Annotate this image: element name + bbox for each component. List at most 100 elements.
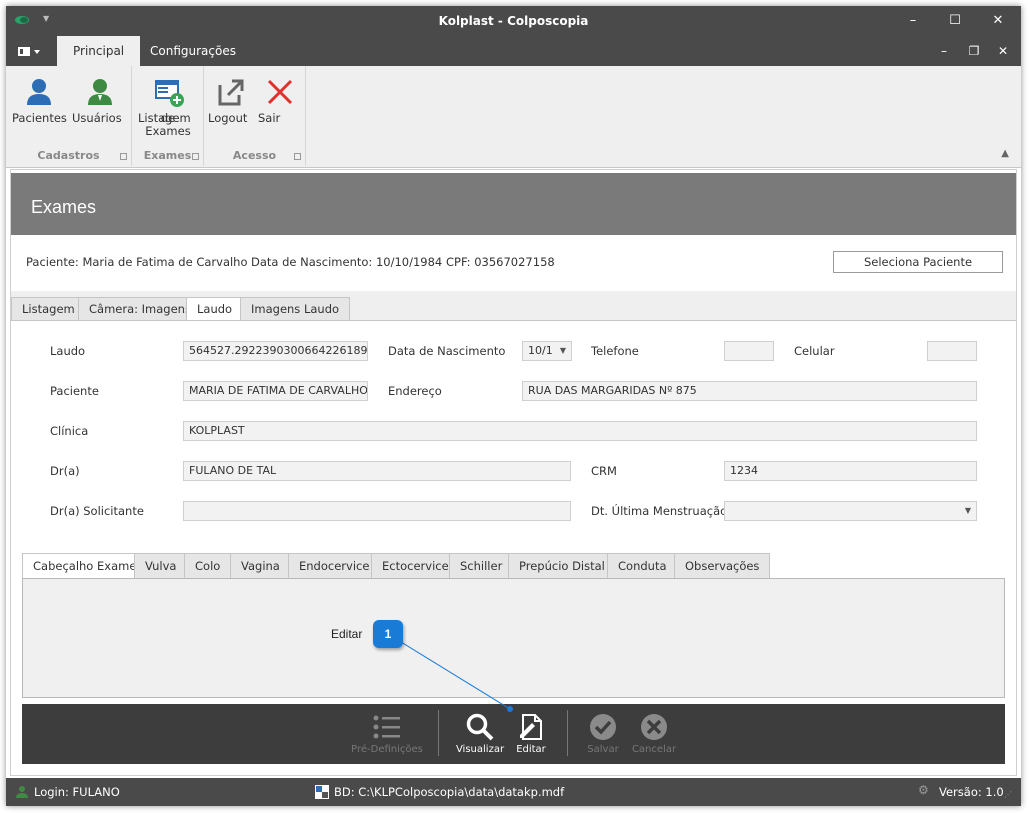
- nascimento-dropdown[interactable]: 10/1 ▼: [522, 341, 572, 361]
- tab-vagina[interactable]: Vagina: [230, 553, 291, 579]
- app-window: ▼ Kolplast - Colposcopia – ☐ ✕ Principal…: [6, 6, 1021, 806]
- dum-label: Dt. Última Menstruação: [591, 504, 728, 518]
- minimize-button[interactable]: –: [899, 11, 927, 31]
- group-cadastros: Pacientes Usuários Cadastros: [6, 66, 132, 166]
- tab-conduta[interactable]: Conduta: [607, 553, 678, 579]
- callout-badge: 1: [373, 620, 403, 648]
- patient-birthdate: Data de Nascimento: 10/10/1984: [251, 255, 443, 269]
- cancel-icon: [641, 714, 667, 740]
- mdi-minimize-button[interactable]: –: [933, 42, 955, 60]
- laudo-label: Laudo: [50, 344, 86, 358]
- logout-icon: [218, 79, 244, 106]
- gear-icon: ⚙: [918, 783, 929, 797]
- user-icon: [88, 79, 112, 105]
- main-tabs: Listagem Câmera: Imagens Laudo Imagens L…: [11, 291, 1016, 322]
- listagem-exames-button[interactable]: Listagem de Exames: [138, 72, 198, 138]
- dum-dropdown[interactable]: ▼: [724, 501, 977, 521]
- salvar-button[interactable]: Salvar: [582, 710, 624, 755]
- ribbon-panel: Pacientes Usuários Cadastros Listagem de…: [6, 66, 1021, 168]
- telefone-field[interactable]: [724, 341, 774, 361]
- mdi-close-button[interactable]: ✕: [992, 42, 1014, 60]
- tab-cabecalho-exame[interactable]: Cabeçalho Exame: [22, 553, 148, 579]
- pre-definicoes-label: Pré-Definições: [351, 744, 423, 755]
- group-expand-icon[interactable]: [192, 153, 199, 160]
- group-expand-icon[interactable]: [120, 153, 127, 160]
- tab-endocervice[interactable]: Endocervice: [288, 553, 381, 579]
- maximize-button[interactable]: ☐: [941, 11, 969, 31]
- pacientes-button[interactable]: Pacientes: [12, 72, 67, 125]
- usuarios-label: Usuários: [72, 111, 122, 125]
- check-icon: [590, 714, 616, 740]
- group-acesso: Logout Sair Acesso: [204, 66, 306, 166]
- cabecalho-exame-pane: [22, 578, 1005, 698]
- edit-icon: [520, 714, 542, 740]
- ribbon-tabs: Principal Configurações – ❐ ✕: [6, 36, 1021, 66]
- group-caption-acesso: Acesso: [232, 149, 277, 162]
- clinica-field[interactable]: KOLPLAST: [183, 421, 977, 441]
- laudo-field[interactable]: 564527.292239030066422618956: [183, 341, 368, 361]
- salvar-label: Salvar: [587, 744, 619, 755]
- version-status: Versão: 1.0: [939, 785, 1004, 799]
- status-bar: Login: FULANO BD: C:\KLPColposcopia\data…: [6, 778, 1021, 806]
- solicitante-field[interactable]: [183, 501, 571, 521]
- listagem-label-2: de Exames: [145, 111, 191, 138]
- cancelar-button[interactable]: Cancelar: [630, 710, 678, 755]
- app-menu-button[interactable]: [14, 42, 44, 62]
- window-title: Kolplast - Colposcopia: [438, 14, 589, 28]
- dr-field[interactable]: FULANO DE TAL: [183, 461, 571, 481]
- tab-camera-imagens[interactable]: Câmera: Imagens: [78, 297, 202, 321]
- sair-label: Sair: [258, 111, 281, 125]
- seleciona-paciente-button[interactable]: Seleciona Paciente: [833, 251, 1003, 273]
- cancelar-label: Cancelar: [631, 744, 677, 755]
- pacientes-label: Pacientes: [12, 111, 67, 125]
- nascimento-label: Data de Nascimento: [388, 344, 506, 358]
- laudo-pane: Laudo 564527.292239030066422618956 Data …: [11, 320, 1016, 775]
- mdi-restore-button[interactable]: ❐: [963, 42, 985, 60]
- group-caption-cadastros: Cadastros: [37, 149, 100, 162]
- group-expand-icon[interactable]: [294, 153, 301, 160]
- tab-ectocervice[interactable]: Ectocervice: [371, 553, 460, 579]
- nascimento-value: 10/1: [528, 344, 553, 357]
- toolbar-separator: [438, 710, 439, 756]
- endereco-field[interactable]: RUA DAS MARGARIDAS Nº 875: [522, 381, 977, 401]
- tab-configuracoes[interactable]: Configurações: [134, 36, 252, 66]
- paciente-field[interactable]: MARIA DE FATIMA DE CARVALHO: [183, 381, 368, 401]
- chevron-down-icon: ▼: [964, 506, 971, 515]
- dr-label: Dr(a): [50, 464, 80, 478]
- tab-imagens-laudo[interactable]: Imagens Laudo: [240, 297, 351, 321]
- usuarios-button[interactable]: Usuários: [72, 72, 128, 125]
- login-status: Login: FULANO: [34, 785, 120, 799]
- search-icon: [466, 713, 494, 741]
- page-header: Exames: [11, 173, 1016, 235]
- toolbar-separator: [567, 710, 568, 756]
- crm-field[interactable]: 1234: [724, 461, 977, 481]
- tab-laudo[interactable]: Laudo: [186, 297, 244, 322]
- exames-form: Exames Paciente: Maria de Fatima de Carv…: [10, 169, 1017, 776]
- close-button[interactable]: ✕: [984, 11, 1012, 31]
- patient-name: Paciente: Maria de Fatima de Carvalho: [26, 255, 248, 269]
- solicitante-label: Dr(a) Solicitante: [50, 504, 144, 518]
- tab-observacoes[interactable]: Observações: [674, 553, 771, 579]
- exam-list-icon: [155, 80, 184, 107]
- title-bar: ▼ Kolplast - Colposcopia – ☐ ✕: [6, 6, 1021, 36]
- tab-vulva[interactable]: Vulva: [134, 553, 188, 579]
- tab-schiller[interactable]: Schiller: [449, 553, 514, 579]
- logout-button[interactable]: Logout: [208, 72, 254, 125]
- tab-principal[interactable]: Principal: [57, 36, 141, 66]
- celular-label: Celular: [794, 344, 835, 358]
- patient-cpf: CPF: 03567027158: [446, 255, 555, 269]
- editar-button[interactable]: Editar: [512, 710, 550, 755]
- tab-prepucio-distal[interactable]: Prepúcio Distal: [508, 553, 616, 579]
- tab-colo[interactable]: Colo: [184, 553, 232, 579]
- crm-label: CRM: [591, 464, 617, 478]
- pre-definicoes-button[interactable]: Pré-Definições: [350, 710, 424, 755]
- resize-grip-icon[interactable]: ⋰: [1004, 790, 1012, 799]
- sair-button[interactable]: Sair: [258, 72, 302, 125]
- endereco-label: Endereço: [388, 384, 442, 398]
- logout-label: Logout: [208, 111, 248, 125]
- visualizar-label: Visualizar: [455, 744, 505, 755]
- tab-listagem[interactable]: Listagem: [11, 297, 86, 321]
- celular-field[interactable]: [927, 341, 977, 361]
- ribbon-collapse-icon[interactable]: ▲: [1001, 148, 1009, 159]
- visualizar-button[interactable]: Visualizar: [454, 710, 506, 755]
